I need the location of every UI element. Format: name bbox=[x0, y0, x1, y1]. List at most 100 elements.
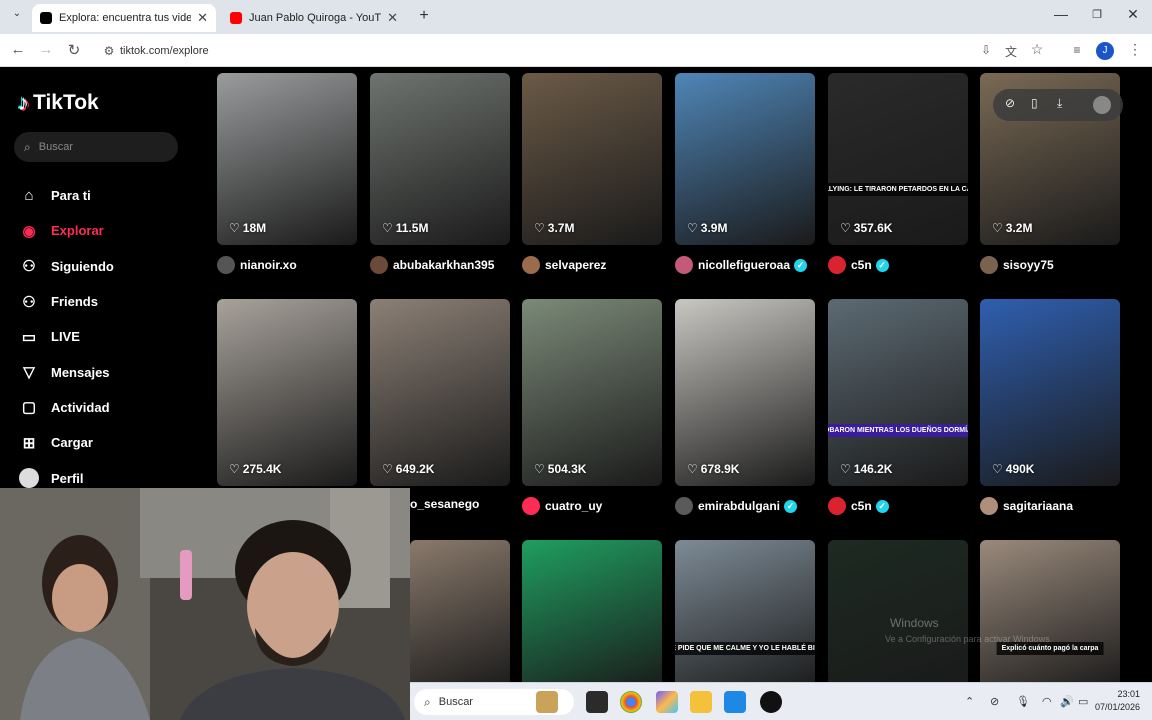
profile-avatar[interactable]: J bbox=[1096, 42, 1114, 60]
video-card[interactable]: ♡ 3.9M nicollefigueroaa ✓ bbox=[675, 73, 815, 279]
sidebar-item-mensajes[interactable]: ▽ Mensajes bbox=[18, 354, 114, 389]
store-icon[interactable] bbox=[724, 691, 746, 713]
video-thumbnail[interactable] bbox=[410, 540, 510, 682]
picture-in-picture-icon[interactable]: ⊘ bbox=[1005, 96, 1015, 110]
sidebar-item-live[interactable]: ▭ LIVE bbox=[18, 319, 114, 354]
live-icon: ▭ bbox=[21, 328, 37, 346]
taskbar-clock[interactable]: 23:01 07/01/2026 bbox=[1095, 688, 1140, 714]
video-card[interactable]: ♡ 275.4K bbox=[217, 299, 357, 520]
file-explorer-icon[interactable] bbox=[690, 691, 712, 713]
webcam-overlay bbox=[0, 488, 410, 720]
author-name: c5n bbox=[851, 499, 872, 513]
heart-icon: ♡ bbox=[534, 221, 545, 235]
video-card[interactable] bbox=[828, 540, 968, 682]
video-thumbnail[interactable] bbox=[675, 299, 815, 486]
video-thumbnail[interactable] bbox=[522, 73, 662, 245]
tab-search-icon[interactable]: ⌄ bbox=[4, 8, 30, 19]
video-author[interactable]: nicollefigueroaa ✓ bbox=[675, 256, 808, 274]
video-thumbnail[interactable] bbox=[522, 540, 662, 682]
video-card[interactable]: ME PIDE QUE ME CALME Y YO LE HABLÉ BIEN bbox=[675, 540, 815, 682]
video-card[interactable] bbox=[522, 540, 662, 682]
floating-avatar[interactable] bbox=[1093, 96, 1111, 114]
site-info-icon[interactable]: ⚙ bbox=[98, 44, 120, 58]
video-card[interactable]: ♡ 3.7M selvaperez bbox=[522, 73, 662, 279]
sidebar-item-cargar[interactable]: ⊞ Cargar bbox=[18, 425, 114, 460]
tiktok-search[interactable]: ⌕ bbox=[14, 132, 178, 162]
wifi-icon[interactable]: ◠ bbox=[1042, 695, 1052, 708]
video-author[interactable]: c5n ✓ bbox=[828, 497, 889, 515]
reload-icon[interactable]: ↻ bbox=[64, 41, 84, 59]
webcam-video bbox=[0, 488, 410, 720]
video-author[interactable]: cuatro_uy bbox=[522, 497, 602, 515]
video-thumbnail[interactable] bbox=[675, 73, 815, 245]
close-window-icon[interactable]: ✕ bbox=[1120, 6, 1146, 23]
address-bar[interactable]: ⚙ tiktok.com/explore bbox=[98, 38, 1058, 63]
video-author[interactable]: sisoyy75 bbox=[980, 256, 1054, 274]
sidebar-item-actividad[interactable]: ▢ Actividad bbox=[18, 390, 114, 425]
minimize-icon[interactable]: — bbox=[1048, 6, 1074, 22]
video-thumbnail[interactable] bbox=[980, 299, 1120, 486]
video-thumbnail[interactable] bbox=[522, 299, 662, 486]
new-tab-icon[interactable]: + bbox=[411, 7, 437, 25]
video-thumbnail[interactable] bbox=[217, 299, 357, 486]
video-author[interactable]: emirabdulgani ✓ bbox=[675, 497, 798, 515]
tiktok-app-icon[interactable] bbox=[760, 691, 782, 713]
video-thumbnail[interactable] bbox=[828, 540, 968, 682]
video-author[interactable]: c5n ✓ bbox=[828, 256, 889, 274]
video-card[interactable]: BULLYING: LE TIRARON PETARDOS EN LA CASA… bbox=[828, 73, 968, 279]
video-thumbnail[interactable] bbox=[370, 73, 510, 245]
video-card[interactable]: ♡ 490K sagitariaana bbox=[980, 299, 1120, 520]
video-card[interactable]: ♡ 504.3K cuatro_uy bbox=[522, 299, 662, 520]
video-card[interactable]: Explicó cuánto pagó la carpa bbox=[980, 540, 1120, 682]
microphone-icon[interactable]: 🎙 bbox=[1016, 695, 1030, 708]
install-app-icon[interactable]: ⇩ bbox=[976, 43, 996, 57]
chrome-icon[interactable] bbox=[620, 691, 642, 713]
widget-landscape-icon[interactable] bbox=[536, 691, 558, 713]
video-author[interactable]: o_sesanego bbox=[410, 497, 479, 511]
battery-icon[interactable]: ▭ bbox=[1078, 695, 1088, 708]
media-controls-icon[interactable]: ≡ bbox=[1067, 43, 1087, 57]
video-author[interactable]: sagitariaana bbox=[980, 497, 1073, 515]
video-card[interactable]: ♡ 678.9K emirabdulgani ✓ bbox=[675, 299, 815, 520]
author-name: o_sesanego bbox=[410, 497, 480, 511]
video-card[interactable]: ♡ 11.5M abubakarkhan395 bbox=[370, 73, 510, 279]
restore-icon[interactable]: ❐ bbox=[1084, 8, 1110, 21]
tiktok-logo[interactable]: ♪ TikTok bbox=[18, 90, 99, 116]
sidebar-item-explorar[interactable]: ◉ Explorar bbox=[18, 213, 114, 248]
back-icon[interactable]: ← bbox=[8, 41, 28, 58]
sidebar-item-friends[interactable]: ⚇ Friends bbox=[18, 284, 114, 319]
video-floating-toolbar: ⊘ ▯ ⤓ bbox=[993, 89, 1123, 121]
video-thumbnail[interactable]: ROBARON MIENTRAS LOS DUEÑOS DORMÍAN bbox=[828, 299, 968, 486]
copilot-icon[interactable] bbox=[656, 691, 678, 713]
tab-youtube[interactable]: Juan Pablo Quiroga - YouTube ✕ bbox=[222, 4, 406, 32]
volume-icon[interactable]: 🔊 bbox=[1060, 695, 1074, 708]
video-card[interactable]: ♡ 18M nianoir.xo bbox=[217, 73, 357, 279]
video-author[interactable]: abubakarkhan395 bbox=[370, 256, 494, 274]
video-thumbnail[interactable]: Explicó cuánto pagó la carpa bbox=[980, 540, 1120, 682]
video-card[interactable]: ROBARON MIENTRAS LOS DUEÑOS DORMÍAN ♡146.… bbox=[828, 299, 968, 520]
video-card[interactable]: ♡ 649.2K o_sesanego bbox=[370, 299, 510, 520]
phone-icon[interactable]: ▯ bbox=[1031, 96, 1038, 110]
video-thumbnail[interactable]: ME PIDE QUE ME CALME Y YO LE HABLÉ BIEN bbox=[675, 540, 815, 682]
video-author[interactable]: selvaperez bbox=[522, 256, 606, 274]
terminal-icon[interactable] bbox=[586, 691, 608, 713]
video-thumbnail[interactable] bbox=[217, 73, 357, 245]
forward-icon[interactable]: → bbox=[36, 41, 56, 58]
video-thumbnail[interactable] bbox=[370, 299, 510, 486]
translate-icon[interactable]: 文 bbox=[1001, 43, 1021, 60]
bookmark-star-icon[interactable]: ☆ bbox=[1027, 41, 1047, 58]
windows-taskbar: ⌕ Buscar ⌃ ⊘ 🎙 ◠ 🔊 ▭ 23:01 07/01/2026 bbox=[410, 682, 1152, 720]
menu-kebab-icon[interactable]: ⋮ bbox=[1125, 41, 1145, 58]
search-input[interactable] bbox=[38, 141, 159, 153]
tab-tiktok[interactable]: Explora: encuentra tus videos fa ✕ bbox=[32, 4, 216, 32]
network-off-icon[interactable]: ⊘ bbox=[990, 695, 999, 708]
video-thumbnail[interactable]: BULLYING: LE TIRARON PETARDOS EN LA CASA bbox=[828, 73, 968, 245]
video-author[interactable]: nianoir.xo bbox=[217, 256, 297, 274]
download-icon[interactable]: ⤓ bbox=[1057, 96, 1062, 111]
close-tab-icon[interactable]: ✕ bbox=[387, 10, 398, 26]
sidebar-item-siguiendo[interactable]: ⚇ Siguiendo bbox=[18, 249, 114, 284]
close-tab-icon[interactable]: ✕ bbox=[197, 10, 208, 26]
compass-icon: ◉ bbox=[22, 222, 36, 240]
tray-chevron-icon[interactable]: ⌃ bbox=[965, 695, 974, 708]
sidebar-item-para-ti[interactable]: ⌂ Para ti bbox=[18, 178, 114, 213]
